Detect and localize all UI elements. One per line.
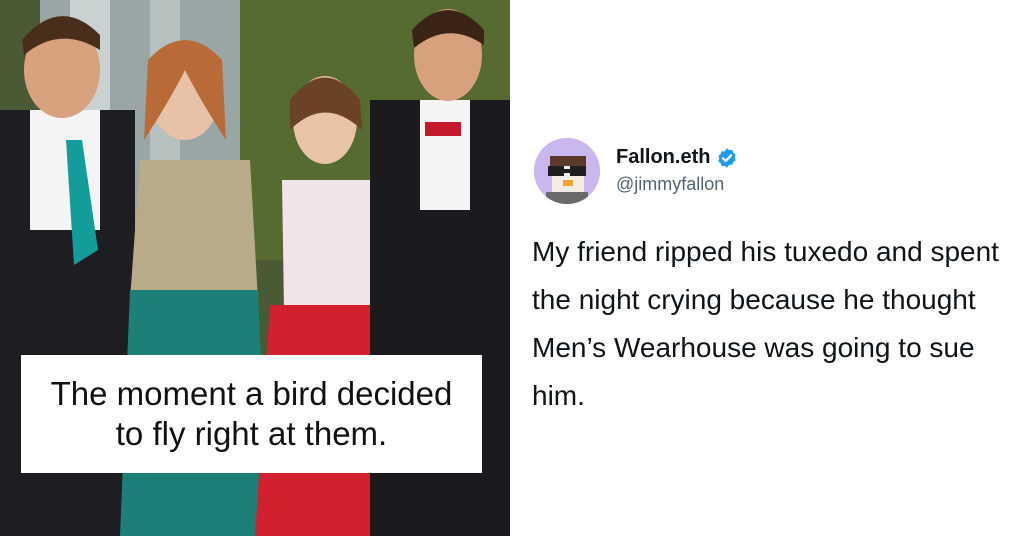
handle[interactable]: @jimmyfallon: [616, 174, 724, 195]
avatar[interactable]: [534, 138, 600, 204]
tweet-author-row: Fallon.eth: [616, 146, 738, 169]
verified-badge-icon: [718, 147, 737, 168]
prom-photo: The moment a bird decided to fly right a…: [0, 0, 510, 536]
photo-caption: The moment a bird decided to fly right a…: [50, 375, 453, 452]
caption-box: The moment a bird decided to fly right a…: [21, 355, 482, 473]
tweet-card: Fallon.eth @jimmyfallon My friend ripped…: [510, 0, 1024, 536]
tweet-text: My friend ripped his tuxedo and spent th…: [532, 236, 999, 411]
avatar-pixel-art-icon: [534, 138, 600, 204]
display-name[interactable]: Fallon.eth: [616, 146, 710, 169]
